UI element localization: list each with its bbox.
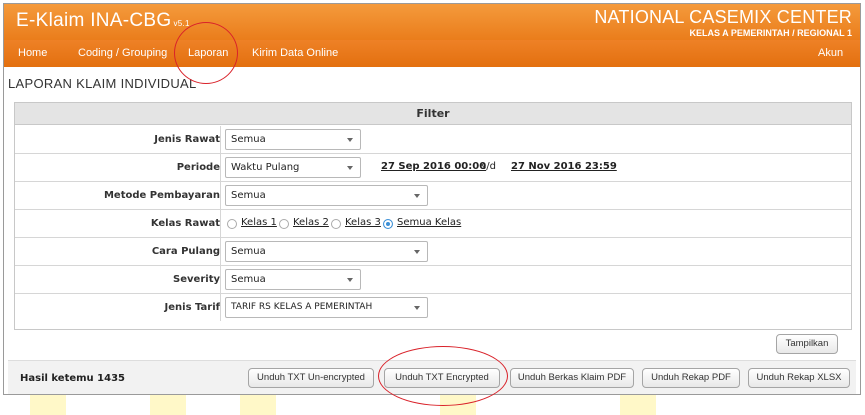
watermark-band — [620, 395, 656, 415]
result-count: Hasil ketemu 1435 — [20, 373, 125, 384]
annotation-circle-laporan — [174, 22, 238, 84]
row-kelas-rawat: Kelas Rawat Kelas 1 Kelas 2 Kelas 3 Semu… — [15, 210, 851, 238]
row-severity: Severity Semua — [15, 266, 851, 294]
cara-pulang-value: Semua — [231, 246, 266, 257]
cara-pulang-label: Cara Pulang — [151, 246, 220, 257]
date-to[interactable]: 27 Nov 2016 23:59 — [511, 161, 617, 172]
radio-label-kelas-3[interactable]: Kelas 3 — [345, 217, 381, 228]
brand-subtitle: KELAS A PEMERINTAH / REGIONAL 1 — [689, 28, 852, 38]
tampilkan-button[interactable]: Tampilkan — [776, 334, 838, 354]
watermark-band — [240, 395, 276, 415]
periode-value: Waktu Pulang — [231, 162, 300, 173]
row-periode: Periode Waktu Pulang 27 Sep 2016 00:00 s… — [15, 154, 851, 182]
row-jenis-tarif: Jenis Tarif TARIF RS KELAS A PEMERINTAH — [15, 294, 851, 322]
radio-semua-kelas[interactable] — [383, 219, 393, 229]
jenis-tarif-select[interactable]: TARIF RS KELAS A PEMERINTAH — [225, 297, 428, 318]
severity-select[interactable]: Semua — [225, 269, 361, 290]
nav-home[interactable]: Home — [18, 47, 47, 59]
row-cara-pulang: Cara Pulang Semua — [15, 238, 851, 266]
divider — [220, 182, 221, 209]
unduh-rekap-pdf-button[interactable]: Unduh Rekap PDF — [642, 368, 740, 388]
row-jenis-rawat: Jenis Rawat Semua — [15, 126, 851, 154]
nav-coding-grouping[interactable]: Coding / Grouping — [78, 47, 167, 59]
jenis-rawat-value: Semua — [231, 134, 266, 145]
divider — [220, 294, 221, 321]
radio-kelas-1[interactable] — [227, 219, 237, 229]
unduh-rekap-xlsx-button[interactable]: Unduh Rekap XLSX — [748, 368, 850, 388]
watermark-band — [30, 395, 66, 415]
app-window: E-Klaim INA-CBG v5.1 NATIONAL CASEMIX CEN… — [3, 3, 861, 395]
radio-label-semua-kelas[interactable]: Semua Kelas — [397, 217, 461, 228]
page-title: LAPORAN KLAIM INDIVIDUAL — [8, 76, 197, 91]
unduh-berkas-klaim-pdf-button[interactable]: Unduh Berkas Klaim PDF — [510, 368, 634, 388]
nav-kirim-data-online[interactable]: Kirim Data Online — [252, 47, 338, 59]
radio-kelas-3[interactable] — [331, 219, 341, 229]
date-separator: s/d — [481, 161, 496, 172]
app-title: E-Klaim INA-CBG v5.1 — [16, 10, 190, 31]
jenis-tarif-label: Jenis Tarif — [164, 302, 220, 313]
row-metode-pembayaran: Metode Pembayaran Semua — [15, 182, 851, 210]
periode-select[interactable]: Waktu Pulang — [225, 157, 361, 178]
severity-value: Semua — [231, 274, 266, 285]
watermark-band — [150, 395, 186, 415]
metode-pembayaran-value: Semua — [231, 190, 266, 201]
divider — [220, 238, 221, 265]
top-bar: E-Klaim INA-CBG v5.1 NATIONAL CASEMIX CEN… — [4, 4, 860, 40]
metode-pembayaran-label: Metode Pembayaran — [103, 190, 220, 201]
radio-label-kelas-2[interactable]: Kelas 2 — [293, 217, 329, 228]
chevron-down-icon — [414, 250, 420, 254]
filter-header: Filter — [15, 103, 851, 125]
divider — [220, 210, 221, 237]
annotation-circle-encrypted — [378, 346, 508, 406]
radio-kelas-2[interactable] — [279, 219, 289, 229]
unduh-txt-unencrypted-button[interactable]: Unduh TXT Un-encrypted — [248, 368, 374, 388]
cara-pulang-select[interactable]: Semua — [225, 241, 428, 262]
chevron-down-icon — [414, 194, 420, 198]
divider — [220, 154, 221, 181]
nav-bar: Home Coding / Grouping Laporan Kirim Dat… — [4, 40, 860, 67]
radio-label-kelas-1[interactable]: Kelas 1 — [241, 217, 277, 228]
jenis-tarif-value: TARIF RS KELAS A PEMERINTAH — [231, 302, 373, 312]
chevron-down-icon — [347, 166, 353, 170]
divider — [220, 126, 221, 153]
filter-panel: Filter Jenis Rawat Semua Periode Waktu P… — [14, 102, 852, 330]
kelas-rawat-label: Kelas Rawat — [150, 218, 220, 229]
severity-label: Severity — [173, 274, 220, 285]
chevron-down-icon — [414, 306, 420, 310]
divider — [220, 266, 221, 293]
jenis-rawat-select[interactable]: Semua — [225, 129, 361, 150]
jenis-rawat-label: Jenis Rawat — [154, 134, 220, 145]
date-from[interactable]: 27 Sep 2016 00:00 — [381, 161, 486, 172]
nav-akun[interactable]: Akun — [818, 47, 843, 59]
metode-pembayaran-select[interactable]: Semua — [225, 185, 428, 206]
chevron-down-icon — [347, 138, 353, 142]
periode-label: Periode — [176, 162, 220, 173]
chevron-down-icon — [347, 278, 353, 282]
brand-name: NATIONAL CASEMIX CENTER — [594, 7, 852, 27]
